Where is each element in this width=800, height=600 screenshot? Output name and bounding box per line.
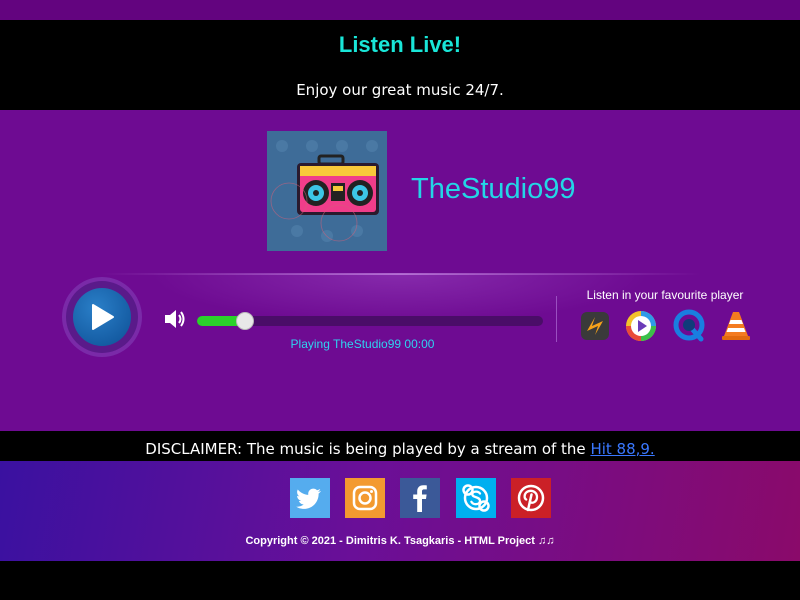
play-button[interactable] [66,281,138,353]
skype-icon [462,484,490,512]
windows-media-player-icon[interactable] [624,309,658,343]
page-subtitle: Enjoy our great music 24/7. [296,81,504,99]
progress-knob[interactable] [236,312,254,330]
speaker-icon[interactable] [163,308,187,330]
twitter-icon [296,488,322,509]
quicktime-icon[interactable] [672,309,706,343]
play-button-inner [73,288,131,346]
play-icon [92,304,114,330]
disclaimer-text: DISCLAIMER: The music is being played by… [145,440,591,458]
twitter-button[interactable] [290,478,330,518]
vlc-icon[interactable] [719,309,753,343]
skype-button[interactable] [456,478,496,518]
favourite-player-label: Listen in your favourite player [586,288,744,302]
top-strip [0,0,800,20]
station-name: TheStudio99 [411,173,576,205]
boombox-image [267,131,387,251]
instagram-button[interactable] [345,478,385,518]
player-section: TheStudio99 Playing TheStudio99 00:00 Li… [0,110,800,431]
pinterest-icon [517,484,545,512]
footer: Copyright © 2021 - Dimitris K. Tsagkaris… [0,461,800,561]
page-title: Listen Live! [338,32,462,57]
station-cover [267,131,387,251]
progress-track[interactable] [197,312,543,330]
facebook-icon [413,485,427,512]
stream-link[interactable]: Hit 88,9. [590,440,654,458]
playback-status: Playing TheStudio99 00:00 [290,337,435,351]
winamp-icon[interactable] [578,309,612,343]
vertical-divider [556,296,557,342]
pinterest-button[interactable] [511,478,551,518]
facebook-button[interactable] [400,478,440,518]
instagram-icon [352,485,378,511]
disclaimer: DISCLAIMER: The music is being played by… [0,431,800,461]
header: Listen Live! Enjoy our great music 24/7. [0,20,800,110]
glow-line [100,273,700,275]
copyright: Copyright © 2021 - Dimitris K. Tsagkaris… [245,535,555,547]
